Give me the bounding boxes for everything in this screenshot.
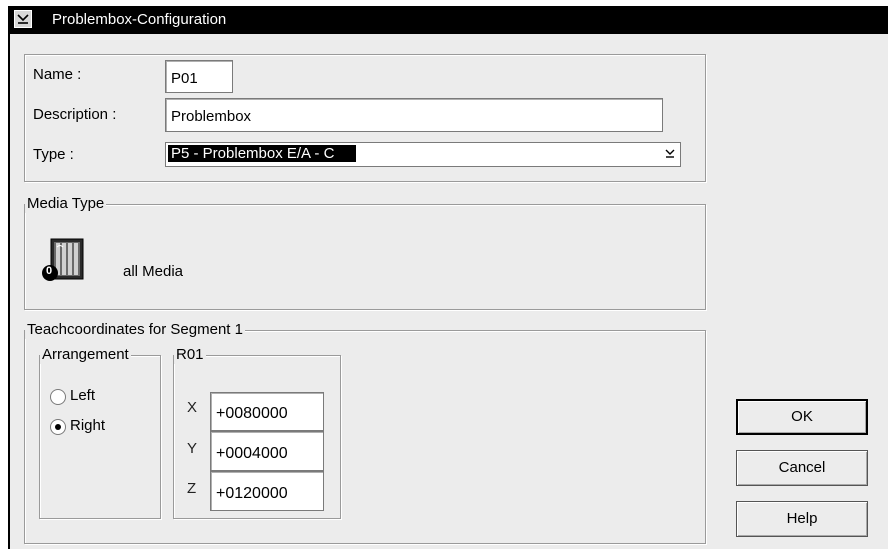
x-axis-label: X xyxy=(187,399,198,416)
right-radio-label[interactable]: Right xyxy=(70,417,105,435)
y-axis-label: Y xyxy=(187,440,198,457)
general-group: Name : P01 Description : Problembox Type… xyxy=(24,54,706,182)
z-coordinate-field[interactable]: +0120000 xyxy=(210,471,324,511)
system-menu-icon[interactable] xyxy=(14,10,32,28)
right-radio[interactable] xyxy=(50,419,66,435)
y-coordinate-field[interactable]: +0004000 xyxy=(210,431,324,471)
media-cabinet-icon: 0 xyxy=(41,237,87,283)
media-icon-badge: 0 xyxy=(46,265,53,277)
type-selected-value: P5 - Problembox E/A - C xyxy=(168,145,356,162)
dropdown-arrow-icon[interactable] xyxy=(663,146,677,162)
x-coordinate-field[interactable]: +0080000 xyxy=(210,392,324,431)
type-select[interactable]: P5 - Problembox E/A - C xyxy=(165,142,681,167)
ok-button[interactable]: OK xyxy=(736,399,868,435)
r01-legend: R01 xyxy=(174,346,206,364)
description-label: Description : xyxy=(33,106,117,123)
name-field[interactable]: P01 xyxy=(165,60,233,93)
teachcoordinates-legend: Teachcoordinates for Segment 1 xyxy=(25,321,245,339)
type-label: Type : xyxy=(33,146,74,163)
left-radio-label[interactable]: Left xyxy=(70,387,95,405)
radio-selected-dot xyxy=(55,424,61,430)
z-axis-label: Z xyxy=(187,480,197,497)
teachcoordinates-group: Teachcoordinates for Segment 1 Arrangeme… xyxy=(24,321,706,544)
arrangement-legend: Arrangement xyxy=(40,346,131,364)
media-type-label: all Media xyxy=(123,263,184,280)
description-field[interactable]: Problembox xyxy=(165,98,663,132)
media-type-legend: Media Type xyxy=(25,195,107,213)
help-button[interactable]: Help xyxy=(736,501,868,537)
media-type-group: Media Type 0 all Media xyxy=(24,195,706,310)
problembox-configuration-window: Problembox-Configuration Name : P01 Desc… xyxy=(8,6,888,549)
r01-group: R01 X +0080000 Y +0004000 Z +0120000 xyxy=(173,346,341,519)
window-title: Problembox-Configuration xyxy=(52,11,227,28)
title-bar: Problembox-Configuration xyxy=(10,6,888,34)
left-radio[interactable] xyxy=(50,389,66,405)
cancel-button[interactable]: Cancel xyxy=(736,450,868,486)
name-label: Name : xyxy=(33,66,82,83)
arrangement-group: Arrangement Left Right xyxy=(39,346,161,519)
